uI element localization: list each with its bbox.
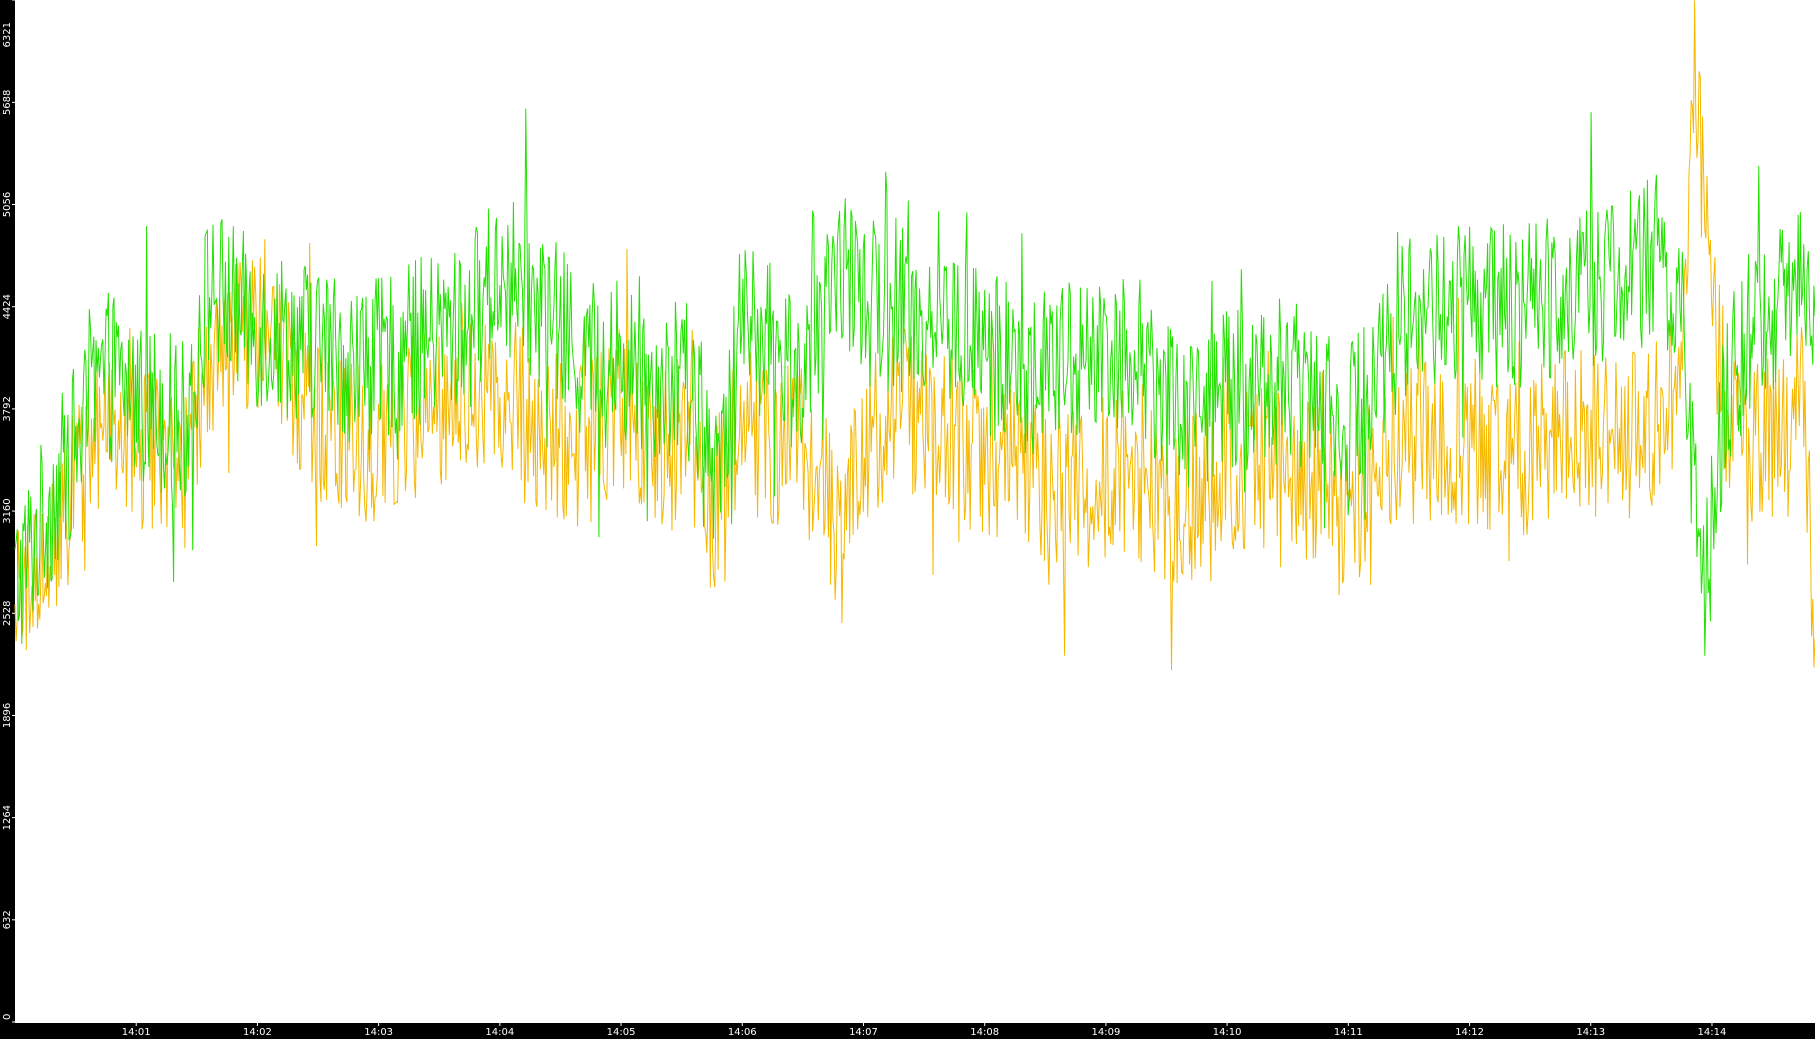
plot-background	[15, 0, 1815, 1023]
timeseries-chart: 0 632 1264 1896 2528 3160 3792 4424 5056 5688 6321…	[2, 0, 1815, 1038]
x-tick-label: 14:14	[1698, 1027, 1727, 1038]
x-tick-label: 14:11	[1334, 1027, 1363, 1038]
x-tick-label: 14:07	[849, 1027, 878, 1038]
y-tick-label: 0	[2, 1014, 13, 1020]
y-axis: 0 632 1264 1896 2528 3160 3792 4424 5056 5688 6321	[2, 0, 15, 1023]
y-tick-label: 6321	[2, 22, 13, 47]
y-tick-label: 5688	[2, 90, 13, 115]
y-tick-label: 1264	[2, 805, 13, 830]
y-tick-label: 1896	[2, 703, 13, 728]
x-tick-label: 14:09	[1091, 1027, 1120, 1038]
y-tick-label: 2528	[2, 601, 13, 626]
x-tick-label: 14:03	[364, 1027, 393, 1038]
x-tick-label: 14:13	[1576, 1027, 1605, 1038]
x-tick-label: 14:04	[485, 1027, 514, 1038]
y-tick-label: 3160	[2, 498, 13, 523]
x-tick-label: 14:05	[607, 1027, 636, 1038]
x-axis: 14:01 14:02 14:03 14:04 14:05 14:06 14:07 14:08…	[122, 1023, 1727, 1038]
x-tick-label: 14:10	[1213, 1027, 1242, 1038]
y-tick-label: 632	[2, 910, 13, 929]
y-tick-label: 5056	[2, 192, 13, 217]
x-tick-label: 14:08	[970, 1027, 999, 1038]
y-tick-label: 4424	[2, 294, 13, 319]
x-tick-label: 14:12	[1455, 1027, 1484, 1038]
y-tick-label: 3792	[2, 396, 13, 421]
x-tick-label: 14:06	[728, 1027, 757, 1038]
x-tick-label: 14:02	[243, 1027, 272, 1038]
x-tick-label: 14:01	[122, 1027, 151, 1038]
